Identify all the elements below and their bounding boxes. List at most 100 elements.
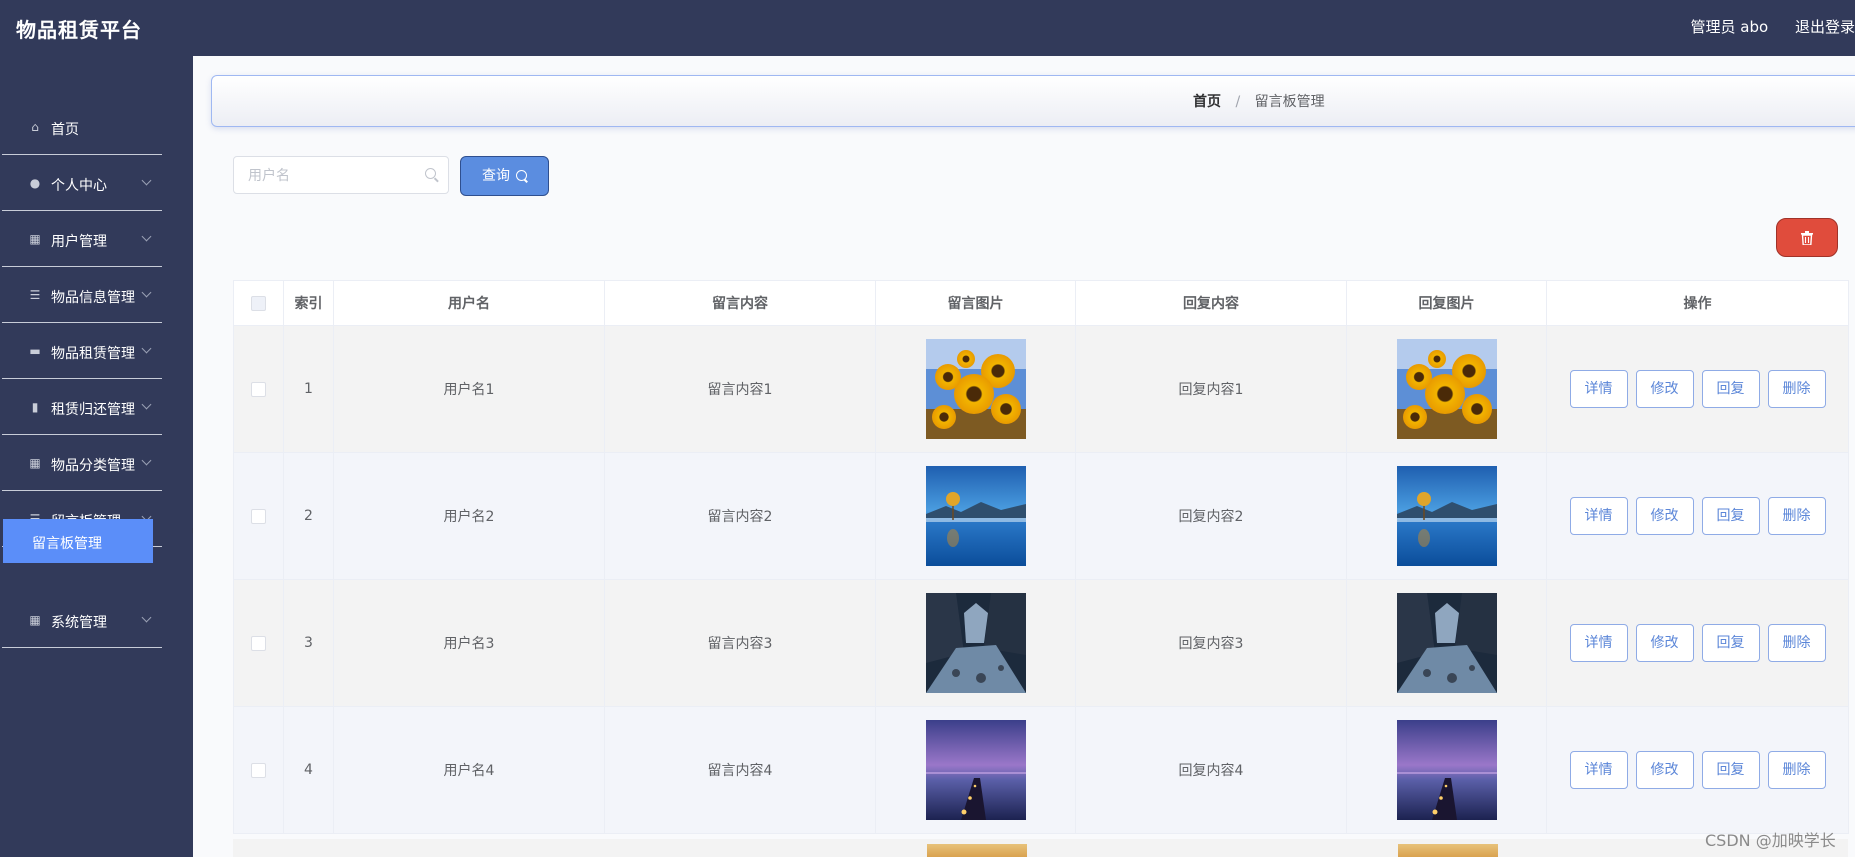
table-header-row: 索引 用户名 留言内容 留言图片 回复内容 回复图片 操作 xyxy=(233,280,1849,326)
column-header-index: 索引 xyxy=(283,280,334,326)
cell-actions: 详情 修改 回复 删除 xyxy=(1546,579,1849,707)
column-header-image: 留言图片 xyxy=(875,280,1076,326)
delete-button[interactable]: 删除 xyxy=(1767,497,1826,535)
chevron-down-icon xyxy=(141,612,152,623)
reply-button[interactable]: 回复 xyxy=(1701,751,1760,789)
row-checkbox[interactable] xyxy=(251,762,266,778)
breadcrumb: 首页 / 留言板管理 xyxy=(211,75,1855,127)
detail-button[interactable]: 详情 xyxy=(1569,751,1628,789)
breadcrumb-current: 留言板管理 xyxy=(1254,94,1325,110)
trash-icon xyxy=(1801,231,1813,245)
table-row: 3 用户名3 留言内容3 回复内容3 详情 修改 回复 删除 xyxy=(233,579,1849,707)
top-right-area: 管理员 abo 退出登录 xyxy=(1669,16,1855,37)
river-valley-image[interactable] xyxy=(925,593,1026,693)
table-row: 4 用户名4 留言内容4 回复内容4 详情 修改 回复 删除 xyxy=(233,706,1849,834)
search-input-wrapper xyxy=(233,156,449,195)
search-input[interactable] xyxy=(234,157,420,195)
cell-index: 4 xyxy=(283,706,334,834)
monitor-icon: ▬ xyxy=(29,344,41,358)
delete-button[interactable]: 删除 xyxy=(1767,370,1826,408)
sidebar-item-rental[interactable]: ▬ 物品租赁管理 xyxy=(2,325,162,379)
sidebar-item-label: 个人中心 xyxy=(51,178,107,194)
pier-dusk-image[interactable] xyxy=(925,720,1026,820)
detail-button[interactable]: 详情 xyxy=(1569,370,1628,408)
cell-actions: 详情 修改 回复 删除 xyxy=(1546,706,1849,834)
sidebar-item-category[interactable]: ▦ 物品分类管理 xyxy=(2,437,162,491)
message-table: 索引 用户名 留言内容 留言图片 回复内容 回复图片 操作 1 用户名1 留言内… xyxy=(233,280,1849,834)
sidebar-item-label: 物品租赁管理 xyxy=(51,346,135,362)
cell-username: 用户名1 xyxy=(333,325,605,453)
edit-button[interactable]: 修改 xyxy=(1635,497,1694,535)
lake-tree-image[interactable] xyxy=(1396,466,1497,566)
sidebar-item-label: 用户管理 xyxy=(51,234,107,250)
cell-reply-image xyxy=(1346,706,1547,834)
sidebar-item-system[interactable]: ▦ 系统管理 xyxy=(2,594,162,648)
admin-label: 管理员 abo xyxy=(1690,18,1769,36)
sunflower-image[interactable] xyxy=(925,339,1026,439)
reply-button[interactable]: 回复 xyxy=(1701,497,1760,535)
logout-link[interactable]: 退出登录 xyxy=(1795,18,1855,36)
grid-icon: ▦ xyxy=(29,613,41,627)
breadcrumb-separator: / xyxy=(1235,94,1241,110)
batch-delete-button[interactable] xyxy=(1776,218,1838,257)
row-checkbox[interactable] xyxy=(251,508,266,524)
detail-button[interactable]: 详情 xyxy=(1569,624,1628,662)
cell-image xyxy=(875,452,1076,580)
sidebar-item-personal-center[interactable]: ● 个人中心 xyxy=(2,157,162,211)
edit-button[interactable]: 修改 xyxy=(1635,370,1694,408)
table-row: 2 用户名2 留言内容2 回复内容2 详情 修改 回复 删除 xyxy=(233,452,1849,580)
river-valley-image[interactable] xyxy=(1396,593,1497,693)
row-select-cell xyxy=(233,706,284,834)
edit-button[interactable]: 修改 xyxy=(1635,624,1694,662)
query-button-label: 查询 xyxy=(482,168,510,184)
lake-tree-image[interactable] xyxy=(925,466,1026,566)
row-checkbox[interactable] xyxy=(251,635,266,651)
sidebar-item-user-management[interactable]: ▦ 用户管理 xyxy=(2,213,162,267)
reply-button[interactable]: 回复 xyxy=(1701,370,1760,408)
column-header-reply-image: 回复图片 xyxy=(1346,280,1547,326)
sidebar-item-return[interactable]: ▮ 租赁归还管理 xyxy=(2,381,162,435)
user-icon: ● xyxy=(29,176,41,190)
cell-reply-image xyxy=(1346,452,1547,580)
row-select-cell xyxy=(233,452,284,580)
query-button[interactable]: 查询 xyxy=(460,156,549,196)
delete-button[interactable]: 删除 xyxy=(1767,624,1826,662)
row-checkbox[interactable] xyxy=(251,381,266,397)
sidebar-item-label: 系统管理 xyxy=(51,615,107,631)
cell-content: 留言内容1 xyxy=(604,325,876,453)
sidebar-item-label: 租赁归还管理 xyxy=(51,402,135,418)
partial-image xyxy=(1398,844,1498,857)
cell-actions: 详情 修改 回复 删除 xyxy=(1546,325,1849,453)
chevron-down-icon xyxy=(141,399,152,410)
grid-icon: ▦ xyxy=(29,232,41,246)
cell-reply: 回复内容1 xyxy=(1075,325,1347,453)
search-icon xyxy=(425,168,436,179)
cell-image xyxy=(875,706,1076,834)
cell-reply-image xyxy=(1346,579,1547,707)
cell-reply: 回复内容2 xyxy=(1075,452,1347,580)
edit-button[interactable]: 修改 xyxy=(1635,751,1694,789)
chevron-down-icon xyxy=(141,231,152,242)
home-icon: ⌂ xyxy=(31,120,39,134)
sidebar: ⌂ 首页 ● 个人中心 ▦ 用户管理 ☰ 物品信息管理 ▬ 物品租赁管理 ▮ 租… xyxy=(0,56,193,857)
chevron-down-icon xyxy=(141,287,152,298)
sidebar-item-item-info[interactable]: ☰ 物品信息管理 xyxy=(2,269,162,323)
pier-dusk-image[interactable] xyxy=(1396,720,1497,820)
reply-button[interactable]: 回复 xyxy=(1701,624,1760,662)
sunflower-image[interactable] xyxy=(1396,339,1497,439)
chevron-down-icon xyxy=(141,175,152,186)
column-header-content: 留言内容 xyxy=(604,280,876,326)
cell-index: 3 xyxy=(283,579,334,707)
delete-button[interactable]: 删除 xyxy=(1767,751,1826,789)
column-header-reply: 回复内容 xyxy=(1075,280,1347,326)
app-title: 物品租赁平台 xyxy=(16,18,142,42)
select-all-checkbox[interactable] xyxy=(251,295,266,311)
sidebar-item-home[interactable]: ⌂ 首页 xyxy=(2,101,162,155)
sidebar-subitem-message-board[interactable]: 留言板管理 xyxy=(3,519,153,563)
cell-content: 留言内容4 xyxy=(604,706,876,834)
detail-button[interactable]: 详情 xyxy=(1569,497,1628,535)
table-row-partial xyxy=(233,839,1848,857)
sidebar-item-label: 首页 xyxy=(51,122,79,138)
cell-index: 1 xyxy=(283,325,334,453)
breadcrumb-home[interactable]: 首页 xyxy=(1193,94,1221,110)
